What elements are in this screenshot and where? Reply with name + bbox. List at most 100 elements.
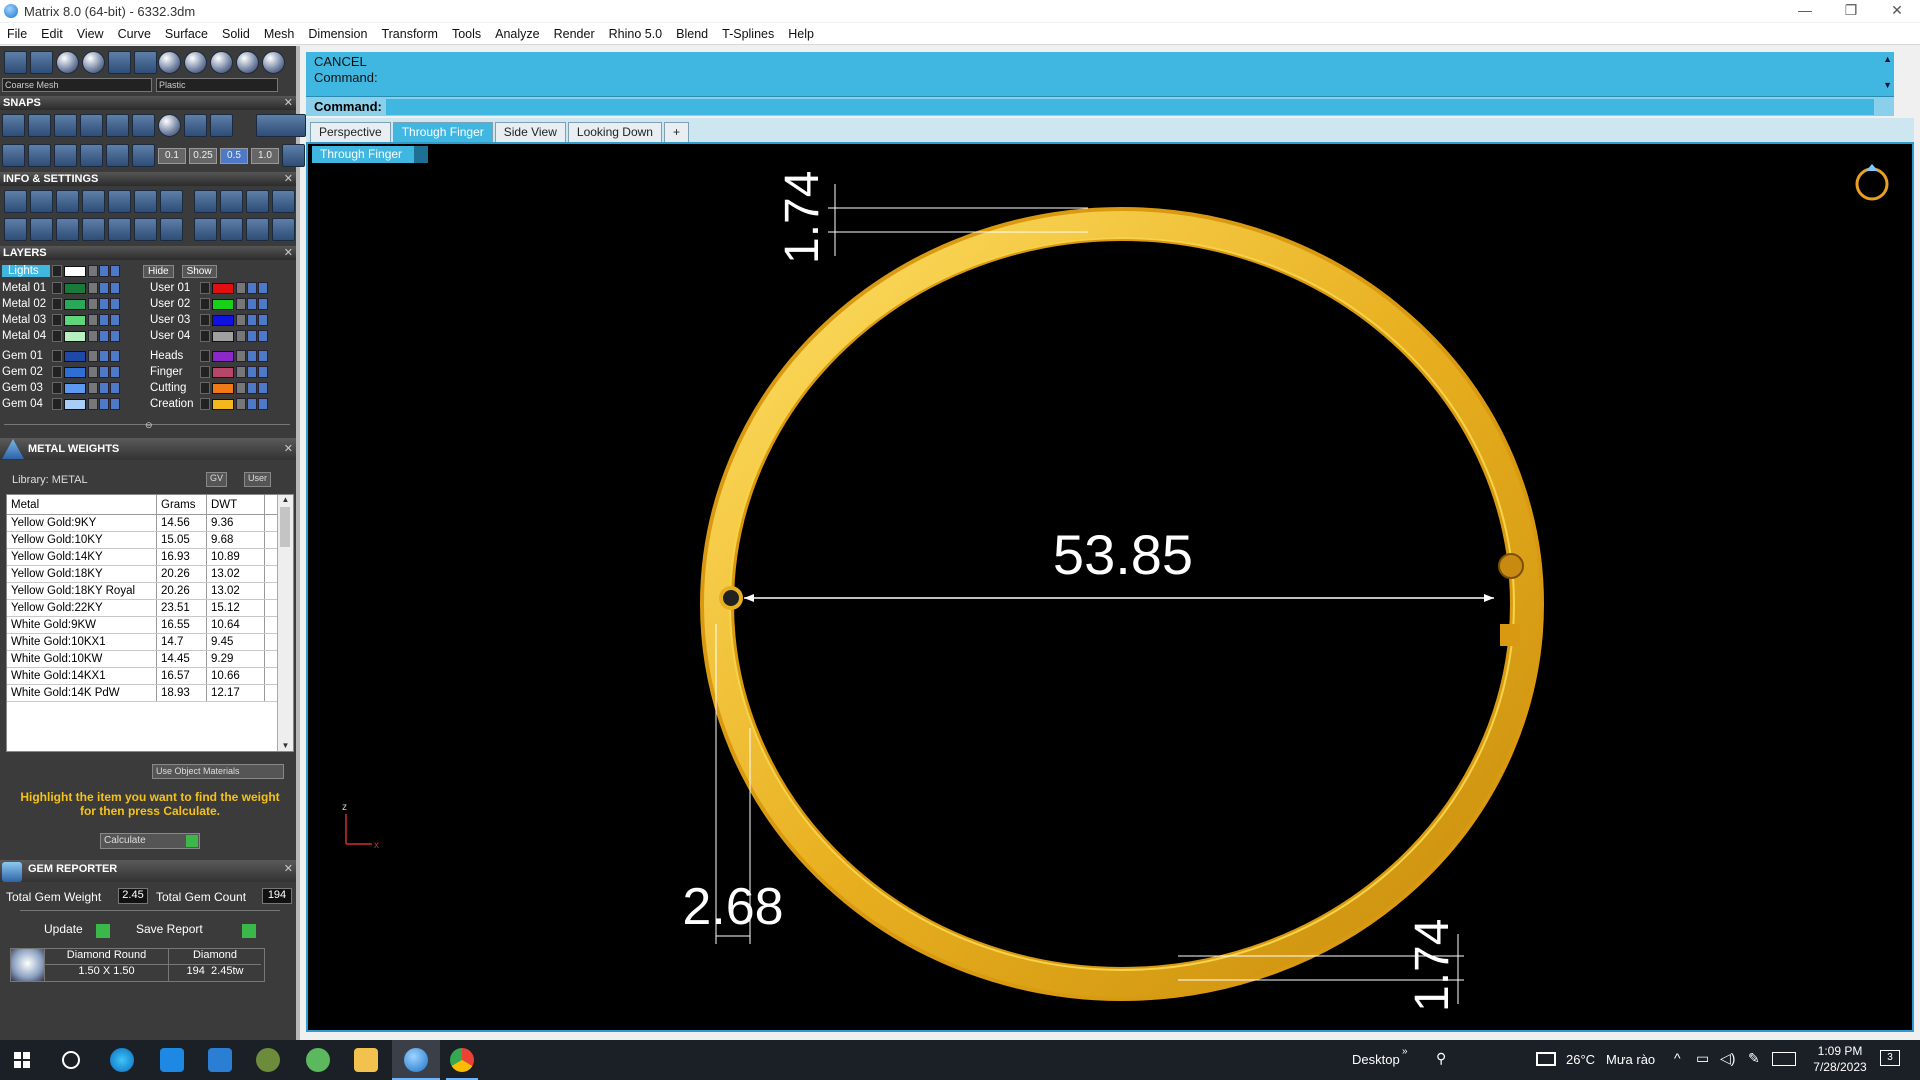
history-scroll-up-icon[interactable]: ▲ — [1883, 54, 1892, 64]
layer-color-swatch[interactable] — [212, 330, 234, 342]
layers_left-layer-row[interactable]: Gem 01 — [2, 349, 121, 363]
save-report-button[interactable]: Save Report — [130, 922, 260, 940]
gem-reporter-close-icon[interactable]: ✕ — [284, 860, 293, 878]
windows-start-icon[interactable] — [14, 1052, 30, 1068]
layer-visible-icon[interactable] — [247, 366, 257, 378]
layer-current-icon[interactable] — [258, 330, 268, 342]
layer-visible-icon[interactable] — [99, 398, 109, 410]
gv-button[interactable]: GV — [206, 472, 228, 487]
metal-weights-close-icon[interactable]: ✕ — [284, 438, 293, 460]
layer-current-icon[interactable] — [110, 314, 120, 326]
layer-current-icon[interactable] — [258, 314, 268, 326]
layer-lock-icon[interactable] — [88, 366, 98, 378]
layer-color-swatch[interactable] — [64, 282, 86, 294]
planar-icon[interactable] — [28, 144, 51, 167]
use-object-materials-toggle[interactable]: Use Object Materials — [152, 764, 284, 779]
layer-visible-icon[interactable] — [247, 282, 257, 294]
menu-mesh[interactable]: Mesh — [257, 27, 302, 41]
layer-lock-icon[interactable] — [236, 398, 246, 410]
menu-surface[interactable]: Surface — [158, 27, 215, 41]
edge-icon[interactable] — [110, 1048, 134, 1072]
layers_left-layer-row[interactable]: Gem 03 — [2, 381, 121, 395]
layer-color-swatch[interactable] — [64, 330, 86, 342]
menu-analyze[interactable]: Analyze — [488, 27, 546, 41]
snap-tan-icon[interactable] — [210, 114, 233, 137]
hide-button[interactable]: Hide — [143, 264, 174, 278]
col-grams[interactable]: Grams — [157, 495, 207, 514]
temperature[interactable]: 26°C — [1566, 1052, 1595, 1067]
lights-current-icon[interactable] — [110, 265, 120, 277]
explorer-icon[interactable] — [82, 190, 105, 213]
layer-color-swatch[interactable] — [212, 314, 234, 326]
people-icon[interactable]: ⚲ — [1436, 1050, 1446, 1067]
gem-entry[interactable]: Diamond Round 1.50 X 1.50 Diamond 194 2.… — [10, 948, 265, 982]
layers_right-layer-row[interactable]: Creation — [150, 397, 269, 411]
table-row[interactable]: Yellow Gold:10KY 15.05 9.68 — [7, 532, 293, 549]
layer-lock-icon[interactable] — [236, 282, 246, 294]
menu-tsplines[interactable]: T-Splines — [715, 27, 781, 41]
table-row[interactable]: Yellow Gold:18KY Royal 20.26 13.02 — [7, 583, 293, 600]
snap-quad-icon[interactable] — [158, 114, 181, 137]
layout-2-icon[interactable] — [246, 190, 269, 213]
layer-current-icon[interactable] — [258, 382, 268, 394]
cube-icon[interactable] — [56, 218, 79, 241]
layers_right-layer-row[interactable]: User 03 — [150, 313, 269, 327]
viewports-icon[interactable] — [4, 218, 27, 241]
mesh-quality-select[interactable]: Coarse Mesh — [2, 78, 152, 92]
xray-icon[interactable] — [108, 51, 131, 74]
layer-color-swatch[interactable] — [212, 366, 234, 378]
clock[interactable]: 1:09 PM 7/28/2023 — [1810, 1043, 1870, 1075]
hand-icon[interactable] — [194, 190, 217, 213]
layer-arrow-icon[interactable] — [200, 398, 210, 410]
lights-lock-icon[interactable] — [88, 265, 98, 277]
col-metal[interactable]: Metal — [7, 495, 157, 514]
rendered-icon[interactable] — [82, 51, 105, 74]
layer-lock-icon[interactable] — [236, 298, 246, 310]
layer-arrow-icon[interactable] — [200, 382, 210, 394]
snap-end-icon[interactable] — [2, 114, 25, 137]
layer-visible-icon[interactable] — [247, 330, 257, 342]
grid-icon[interactable] — [282, 144, 305, 167]
snaps-close-icon[interactable]: ✕ — [284, 96, 293, 110]
layer-lock-icon[interactable] — [88, 282, 98, 294]
notifications-icon[interactable]: 3 — [1880, 1050, 1900, 1066]
scroll-down-icon[interactable]: ▼ — [278, 741, 293, 751]
snap-ortho-icon[interactable] — [256, 114, 306, 137]
layer-lock-icon[interactable] — [236, 330, 246, 342]
volume-icon[interactable]: ◁) — [1720, 1050, 1735, 1067]
matrix-taskbar-item[interactable] — [392, 1040, 440, 1080]
gumball-icon[interactable] — [106, 144, 129, 167]
notes-icon[interactable] — [134, 190, 157, 213]
minimize-button[interactable]: — — [1782, 0, 1828, 22]
layer-arrow-icon[interactable] — [52, 330, 62, 342]
layer-arrow-icon[interactable] — [200, 366, 210, 378]
store-icon[interactable] — [160, 1048, 184, 1072]
snap-point-icon[interactable] — [54, 114, 77, 137]
layer-current-icon[interactable] — [110, 398, 120, 410]
layer-lock-icon[interactable] — [236, 366, 246, 378]
menu-view[interactable]: View — [70, 27, 111, 41]
cylinder-icon[interactable] — [82, 218, 105, 241]
snap-cen-icon[interactable] — [106, 114, 129, 137]
menu-rhino[interactable]: Rhino 5.0 — [602, 27, 670, 41]
layer-arrow-icon[interactable] — [52, 314, 62, 326]
layers_right-layer-row[interactable]: User 01 — [150, 281, 269, 295]
layer-color-swatch[interactable] — [64, 298, 86, 310]
layer-arrow-icon[interactable] — [200, 282, 210, 294]
layer-arrow-icon[interactable] — [52, 298, 62, 310]
app-1-icon[interactable] — [256, 1048, 280, 1072]
layers_left-layer-row[interactable]: Metal 03 — [2, 313, 121, 327]
layer-arrow-icon[interactable] — [52, 350, 62, 362]
layers_right-layer-row[interactable]: Cutting — [150, 381, 269, 395]
layers_left-layer-row[interactable]: Gem 04 — [2, 397, 121, 411]
maximize-button[interactable]: ❐ — [1828, 0, 1874, 22]
layer-visible-icon[interactable] — [99, 298, 109, 310]
render-3-icon[interactable] — [246, 218, 269, 241]
layer-current-icon[interactable] — [258, 350, 268, 362]
grid-snap-icon[interactable] — [2, 144, 25, 167]
snap-value-0-25[interactable]: 0.25 — [189, 147, 217, 164]
scroll-up-icon[interactable]: ▲ — [278, 495, 293, 505]
tab-perspective[interactable]: Perspective — [310, 122, 391, 142]
layer-current-icon[interactable] — [110, 350, 120, 362]
desktop-toolbar-label[interactable]: Desktop — [1352, 1052, 1400, 1067]
